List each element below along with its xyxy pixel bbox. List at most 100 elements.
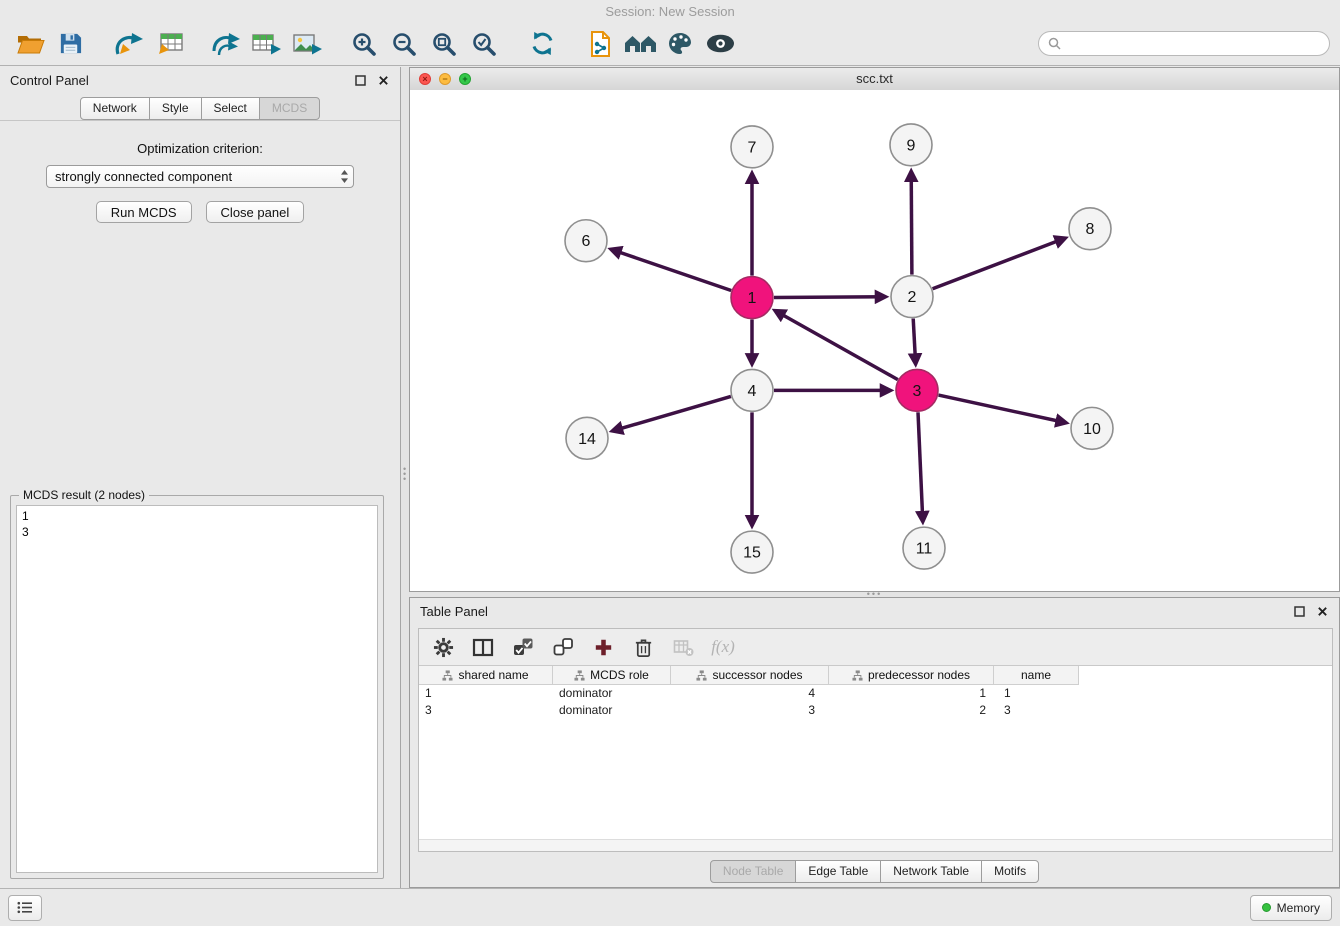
svg-text:10: 10 <box>1083 421 1101 438</box>
column-type-icon <box>442 670 453 681</box>
graph-node-4[interactable]: 4 <box>731 369 773 411</box>
column-header-successor-nodes[interactable]: successor nodes <box>671 666 829 685</box>
graph-node-9[interactable]: 9 <box>890 124 932 166</box>
svg-text:14: 14 <box>578 431 596 448</box>
tab-edge-table[interactable]: Edge Table <box>795 860 881 883</box>
graph-edge-2-8[interactable] <box>933 238 1065 288</box>
delete-table-icon <box>673 638 694 657</box>
create-column-button[interactable] <box>591 635 615 659</box>
table-toolbar: f(x) <box>419 629 1332 666</box>
fx-icon: f(x) <box>711 637 735 657</box>
table-horizontal-scrollbar[interactable] <box>419 839 1332 851</box>
table-row[interactable]: 3 dominator 3 2 3 <box>419 702 1332 719</box>
graph-node-1[interactable]: 1 <box>731 277 773 319</box>
table-panel-header: Table Panel <box>410 598 1339 624</box>
network-canvas[interactable]: 7 9 6 8 1 2 4 3 14 10 15 11 <box>410 90 1339 591</box>
export-network-button[interactable] <box>206 25 246 63</box>
graphics-details-button[interactable] <box>700 25 740 63</box>
style-paint-button[interactable] <box>660 25 700 63</box>
apply-layout-refresh-icon <box>529 30 556 57</box>
dropdown-arrows-icon <box>340 169 349 184</box>
search-input[interactable] <box>1066 35 1320 52</box>
tab-mcds[interactable]: MCDS <box>259 97 320 120</box>
table-row[interactable]: 1 dominator 4 1 1 <box>419 685 1332 702</box>
graph-node-11[interactable]: 11 <box>903 527 945 569</box>
task-history-button[interactable] <box>8 895 42 921</box>
graph-node-10[interactable]: 10 <box>1071 407 1113 449</box>
close-panel-icon[interactable] <box>377 74 390 87</box>
float-panel-icon[interactable] <box>354 74 367 87</box>
graph-node-6[interactable]: 6 <box>565 220 607 262</box>
tab-node-table[interactable]: Node Table <box>710 860 797 883</box>
mcds-result-legend: MCDS result (2 nodes) <box>19 488 149 502</box>
delete-column-button[interactable] <box>631 635 655 659</box>
graph-node-3[interactable]: 3 <box>896 369 938 411</box>
memory-button[interactable]: Memory <box>1250 895 1332 921</box>
show-columns-button[interactable] <box>471 635 495 659</box>
close-panel-button[interactable]: Close panel <box>206 201 305 223</box>
column-header-shared-name[interactable]: shared name <box>419 666 553 685</box>
export-table-button[interactable] <box>246 25 286 63</box>
graph-edge-2-9[interactable] <box>911 172 912 275</box>
node-table-container: f(x) shared name MCDS role successor nod… <box>418 628 1333 852</box>
float-table-panel-icon[interactable] <box>1293 605 1306 618</box>
delete-table-button-disabled[interactable] <box>671 635 695 659</box>
graph-edge-1-2[interactable] <box>774 297 885 298</box>
mcds-result-text[interactable]: 1 3 <box>16 505 378 873</box>
import-network-icon <box>112 31 144 57</box>
minimize-window-icon[interactable]: − <box>439 73 451 85</box>
gear-icon <box>433 637 454 658</box>
network-document-icon <box>587 30 614 58</box>
apply-layout-button[interactable] <box>522 25 562 63</box>
zoom-fit-button[interactable] <box>424 25 464 63</box>
network-window-titlebar[interactable]: × − + scc.txt <box>410 68 1339 91</box>
tab-network[interactable]: Network <box>80 97 150 120</box>
graph-edge-3-11[interactable] <box>918 412 923 521</box>
save-session-button[interactable] <box>50 25 90 63</box>
select-all-button[interactable] <box>511 635 535 659</box>
criterion-dropdown[interactable]: strongly connected component <box>46 165 354 188</box>
toolbar-search[interactable] <box>1038 31 1330 56</box>
tab-style[interactable]: Style <box>149 97 202 120</box>
table-settings-button[interactable] <box>431 635 455 659</box>
network-view-window: × − + scc.txt 7 9 6 8 1 2 4 3 14 10 15 11 <box>409 67 1340 592</box>
graph-node-8[interactable]: 8 <box>1069 208 1111 250</box>
graph-edge-3-1[interactable] <box>776 311 898 380</box>
zoom-selected-button[interactable] <box>464 25 504 63</box>
table-panel: Table Panel <box>409 597 1340 888</box>
column-header-predecessor-nodes[interactable]: predecessor nodes <box>829 666 994 685</box>
import-table-icon <box>152 31 184 57</box>
export-image-button[interactable] <box>286 25 326 63</box>
tab-network-table[interactable]: Network Table <box>880 860 982 883</box>
open-session-button[interactable] <box>10 25 50 63</box>
tab-select[interactable]: Select <box>201 97 260 120</box>
zoom-in-button[interactable] <box>344 25 384 63</box>
graph-edge-1-6[interactable] <box>612 249 732 290</box>
column-header-name[interactable]: name <box>994 666 1079 685</box>
network-document-button[interactable] <box>580 25 620 63</box>
graph-node-7[interactable]: 7 <box>731 126 773 168</box>
zoom-selected-icon <box>471 31 497 57</box>
zoom-out-button[interactable] <box>384 25 424 63</box>
graph-edge-2-3[interactable] <box>913 319 915 364</box>
zoom-window-icon[interactable]: + <box>459 73 471 85</box>
import-table-button[interactable] <box>148 25 188 63</box>
first-neighbors-button[interactable] <box>620 25 660 63</box>
close-table-panel-icon[interactable] <box>1316 605 1329 618</box>
import-network-button[interactable] <box>108 25 148 63</box>
close-window-icon[interactable]: × <box>419 73 431 85</box>
mcds-result-line: 1 <box>22 508 372 524</box>
graph-edge-4-14[interactable] <box>613 396 731 430</box>
column-header-mcds-role[interactable]: MCDS role <box>553 666 671 685</box>
run-mcds-button[interactable]: Run MCDS <box>96 201 192 223</box>
table-panel-tabs: Node Table Edge Table Network Table Moti… <box>410 860 1339 883</box>
graph-node-2[interactable]: 2 <box>891 276 933 318</box>
function-builder-button-disabled[interactable]: f(x) <box>711 635 735 659</box>
vertical-splitter[interactable]: ••• <box>401 67 409 888</box>
deselect-all-button[interactable] <box>551 635 575 659</box>
graph-node-15[interactable]: 15 <box>731 531 773 573</box>
graph-node-14[interactable]: 14 <box>566 417 608 459</box>
graph-edge-3-10[interactable] <box>939 395 1066 423</box>
tab-motifs[interactable]: Motifs <box>981 860 1039 883</box>
save-floppy-icon <box>58 31 83 56</box>
